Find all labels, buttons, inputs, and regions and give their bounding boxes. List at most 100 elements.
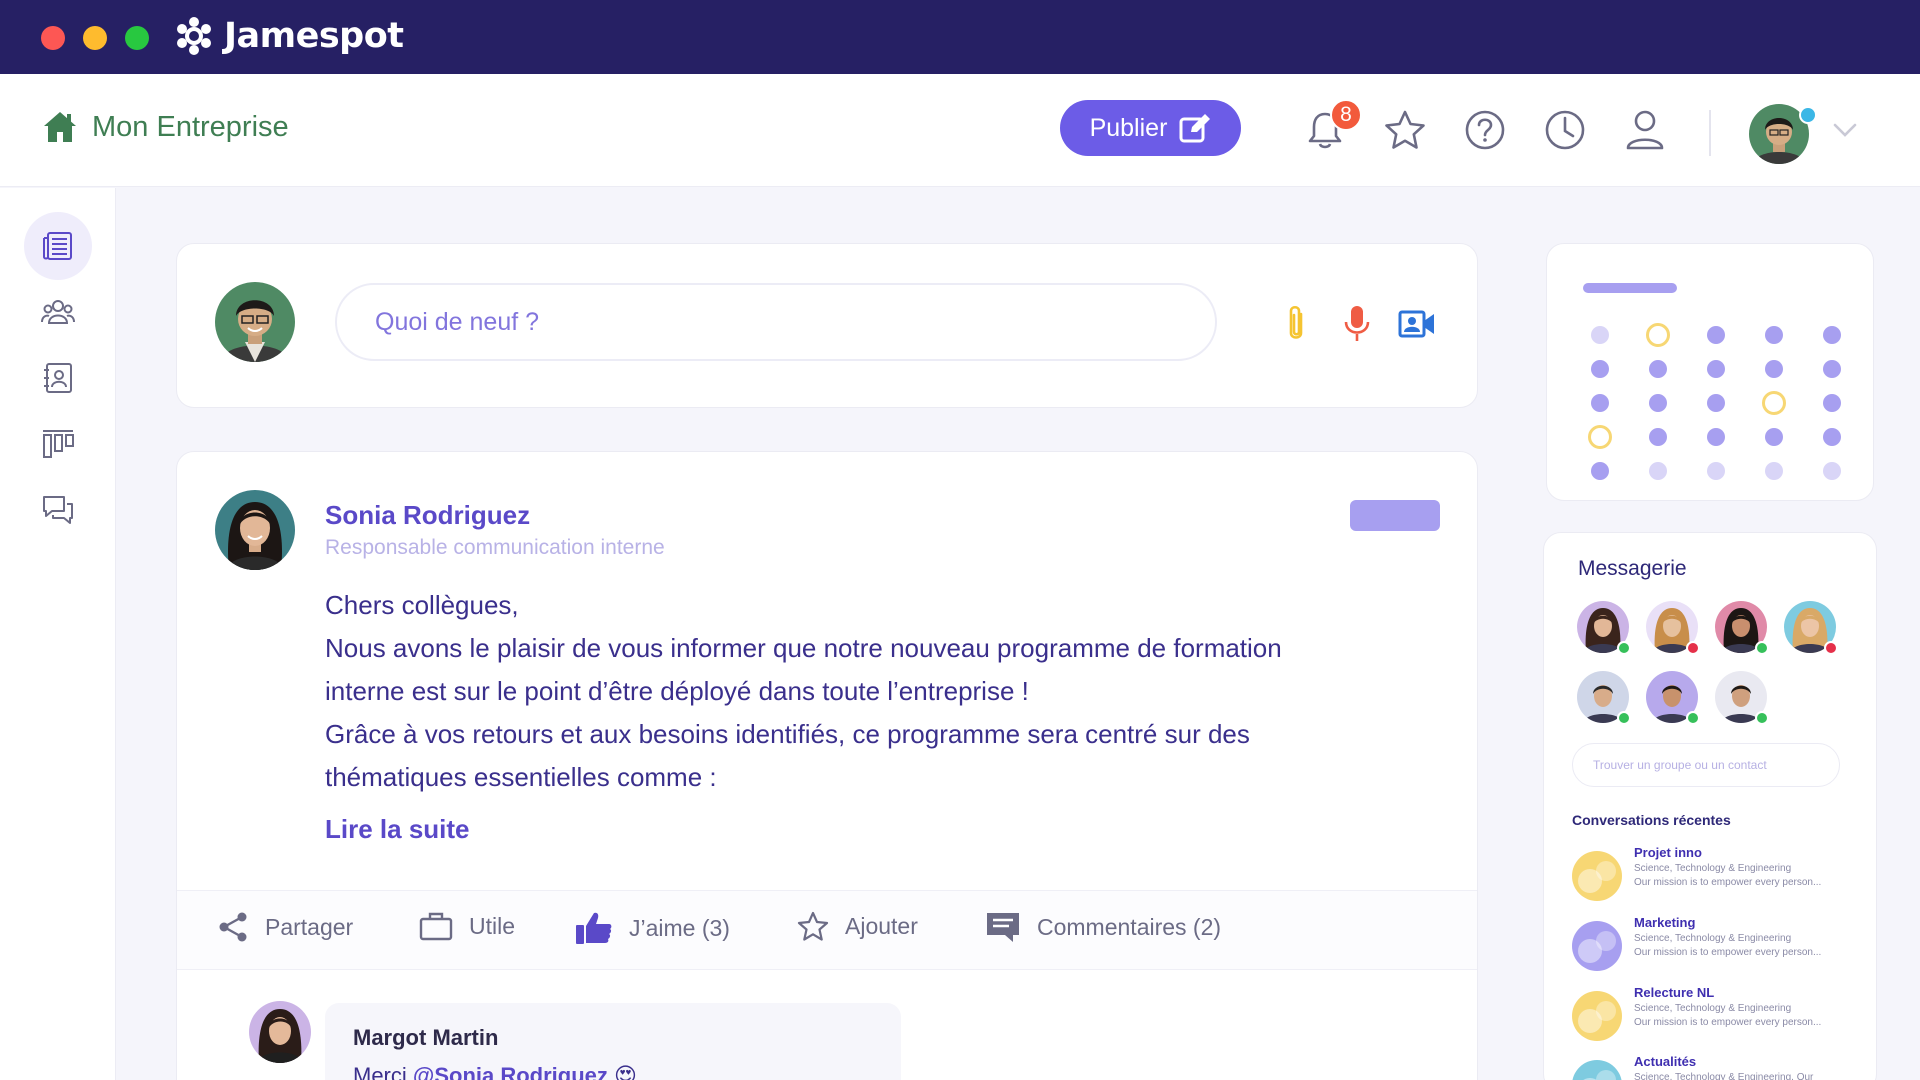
add-favorite-button[interactable]: Ajouter bbox=[797, 911, 918, 941]
top-header: Mon Entreprise Publier 8 bbox=[0, 74, 1920, 187]
star-outline-icon bbox=[797, 911, 829, 941]
online-status-indicator bbox=[1799, 106, 1817, 124]
decorative-dot bbox=[1591, 394, 1609, 412]
comment-emoji: 😍 bbox=[614, 1063, 637, 1080]
nav-chat[interactable] bbox=[24, 476, 92, 544]
profile-button[interactable] bbox=[1622, 107, 1668, 153]
conversation-subtitle: Science, Technology & Engineering, Our bbox=[1634, 1072, 1814, 1080]
post-body: Chers collègues, Nous avons le plaisir d… bbox=[325, 584, 1375, 799]
decorative-dot bbox=[1649, 428, 1667, 446]
conversation-description: Our mission is to empower every person..… bbox=[1634, 877, 1822, 888]
read-more-link[interactable]: Lire la suite bbox=[325, 814, 470, 845]
share-button[interactable]: Partager bbox=[217, 911, 353, 943]
chevron-down-icon[interactable] bbox=[1832, 122, 1858, 138]
decorative-dot bbox=[1823, 326, 1841, 344]
decorative-dot bbox=[1591, 462, 1609, 480]
conversation-item[interactable]: Relecture NL Science, Technology & Engine… bbox=[1572, 985, 1862, 1041]
conversation-item[interactable]: Projet inno Science, Technology & Enginee… bbox=[1572, 845, 1862, 901]
decorative-dot bbox=[1762, 391, 1786, 415]
comment-mention[interactable]: @Sonia Rodriguez bbox=[413, 1063, 608, 1080]
attach-file-button[interactable] bbox=[1274, 302, 1318, 346]
briefcase-icon bbox=[419, 912, 453, 941]
post-line: Chers collègues, bbox=[325, 590, 519, 620]
composer-user-avatar bbox=[215, 282, 295, 362]
app-logo[interactable]: Jamespot bbox=[174, 14, 404, 58]
window-close-button[interactable] bbox=[41, 26, 65, 50]
decorative-dot bbox=[1823, 428, 1841, 446]
share-label: Partager bbox=[265, 913, 354, 940]
post-line: thématiques essentielles comme : bbox=[325, 762, 717, 792]
decorative-dot bbox=[1765, 326, 1783, 344]
decorative-dot bbox=[1823, 360, 1841, 378]
comments-button[interactable]: Commentaires (2) bbox=[985, 911, 1221, 943]
record-video-button[interactable] bbox=[1395, 302, 1439, 346]
like-button[interactable]: J’aime (3) bbox=[575, 911, 730, 945]
post-author-name[interactable]: Sonia Rodriguez bbox=[325, 500, 530, 531]
add-label: Ajouter bbox=[845, 912, 918, 939]
comments-label: Commentaires (2) bbox=[1037, 913, 1222, 940]
post-author-role: Responsable communication interne bbox=[325, 536, 665, 559]
conversation-item[interactable]: Marketing Science, Technology & Engineeri… bbox=[1572, 915, 1862, 971]
like-label: J’aime (3) bbox=[629, 914, 730, 941]
comment-author-name[interactable]: Margot Martin bbox=[353, 1025, 873, 1051]
author-avatar[interactable] bbox=[215, 490, 295, 570]
nav-boards[interactable] bbox=[24, 410, 92, 478]
comment-text: Merci @Sonia Rodriguez 😍 bbox=[353, 1063, 873, 1080]
history-button[interactable] bbox=[1542, 107, 1588, 153]
star-icon bbox=[1385, 110, 1425, 149]
favorites-button[interactable] bbox=[1382, 107, 1428, 153]
composer-input[interactable] bbox=[335, 283, 1217, 361]
nav-news-feed[interactable] bbox=[24, 212, 92, 280]
window-minimize-button[interactable] bbox=[83, 26, 107, 50]
app-name: Jamespot bbox=[224, 16, 404, 56]
help-icon bbox=[1465, 110, 1505, 150]
decorative-dot bbox=[1707, 326, 1725, 344]
history-icon bbox=[1545, 110, 1585, 150]
conversation-subtitle: Science, Technology & Engineering bbox=[1634, 863, 1792, 874]
conversation-group-icon bbox=[1572, 1060, 1622, 1080]
company-name: Mon Entreprise bbox=[92, 110, 289, 143]
window-maximize-button[interactable] bbox=[125, 26, 149, 50]
decorative-dot bbox=[1591, 360, 1609, 378]
contact-status-indicator bbox=[1617, 711, 1631, 725]
decorative-dot bbox=[1649, 360, 1667, 378]
contact-status-indicator bbox=[1755, 711, 1769, 725]
widget-card-placeholder bbox=[1546, 243, 1874, 501]
decorative-dot bbox=[1649, 394, 1667, 412]
decorative-dot bbox=[1765, 360, 1783, 378]
post-actions-bar: Partager Utile J’aime (3) Ajouter Commen… bbox=[177, 890, 1477, 970]
news-feed-icon bbox=[43, 232, 72, 260]
home-link[interactable]: Mon Entreprise bbox=[42, 110, 289, 144]
conversation-description: Our mission is to empower every person..… bbox=[1634, 947, 1822, 958]
decorative-dot bbox=[1765, 462, 1783, 480]
commenter-avatar[interactable] bbox=[249, 1001, 311, 1063]
messaging-title: Messagerie bbox=[1578, 557, 1687, 580]
messaging-widget: Messagerie Conversations récentes Projet… bbox=[1543, 532, 1877, 1080]
thumbs-up-icon bbox=[576, 912, 612, 944]
conversation-group-icon bbox=[1572, 921, 1622, 971]
nav-people[interactable] bbox=[24, 278, 92, 346]
publish-button[interactable]: Publier bbox=[1060, 100, 1241, 156]
boards-icon bbox=[43, 430, 74, 458]
decorative-dot bbox=[1649, 462, 1667, 480]
recent-conversations-title: Conversations récentes bbox=[1572, 812, 1731, 828]
post-card: Sonia Rodriguez Responsable communicatio… bbox=[176, 451, 1478, 1080]
post-composer bbox=[176, 243, 1478, 408]
useful-button[interactable]: Utile bbox=[419, 911, 515, 941]
decorative-dot bbox=[1591, 326, 1609, 344]
microphone-icon bbox=[1344, 306, 1370, 341]
post-line: Grâce à vos retours et aux besoins ident… bbox=[325, 719, 1250, 749]
nav-directory[interactable] bbox=[24, 344, 92, 412]
conversation-item[interactable]: Actualités Science, Technology & Engineer… bbox=[1572, 1054, 1862, 1080]
contact-search-input[interactable] bbox=[1572, 743, 1840, 787]
header-divider bbox=[1709, 110, 1711, 156]
decorative-dot bbox=[1646, 323, 1670, 347]
window-titlebar: Jamespot bbox=[0, 0, 1920, 74]
record-audio-button[interactable] bbox=[1335, 302, 1379, 346]
user-icon bbox=[1626, 110, 1664, 150]
edit-icon bbox=[1179, 114, 1211, 143]
help-button[interactable] bbox=[1462, 107, 1508, 153]
directory-icon bbox=[44, 363, 72, 393]
decorative-dot bbox=[1707, 394, 1725, 412]
decorative-dot bbox=[1707, 360, 1725, 378]
